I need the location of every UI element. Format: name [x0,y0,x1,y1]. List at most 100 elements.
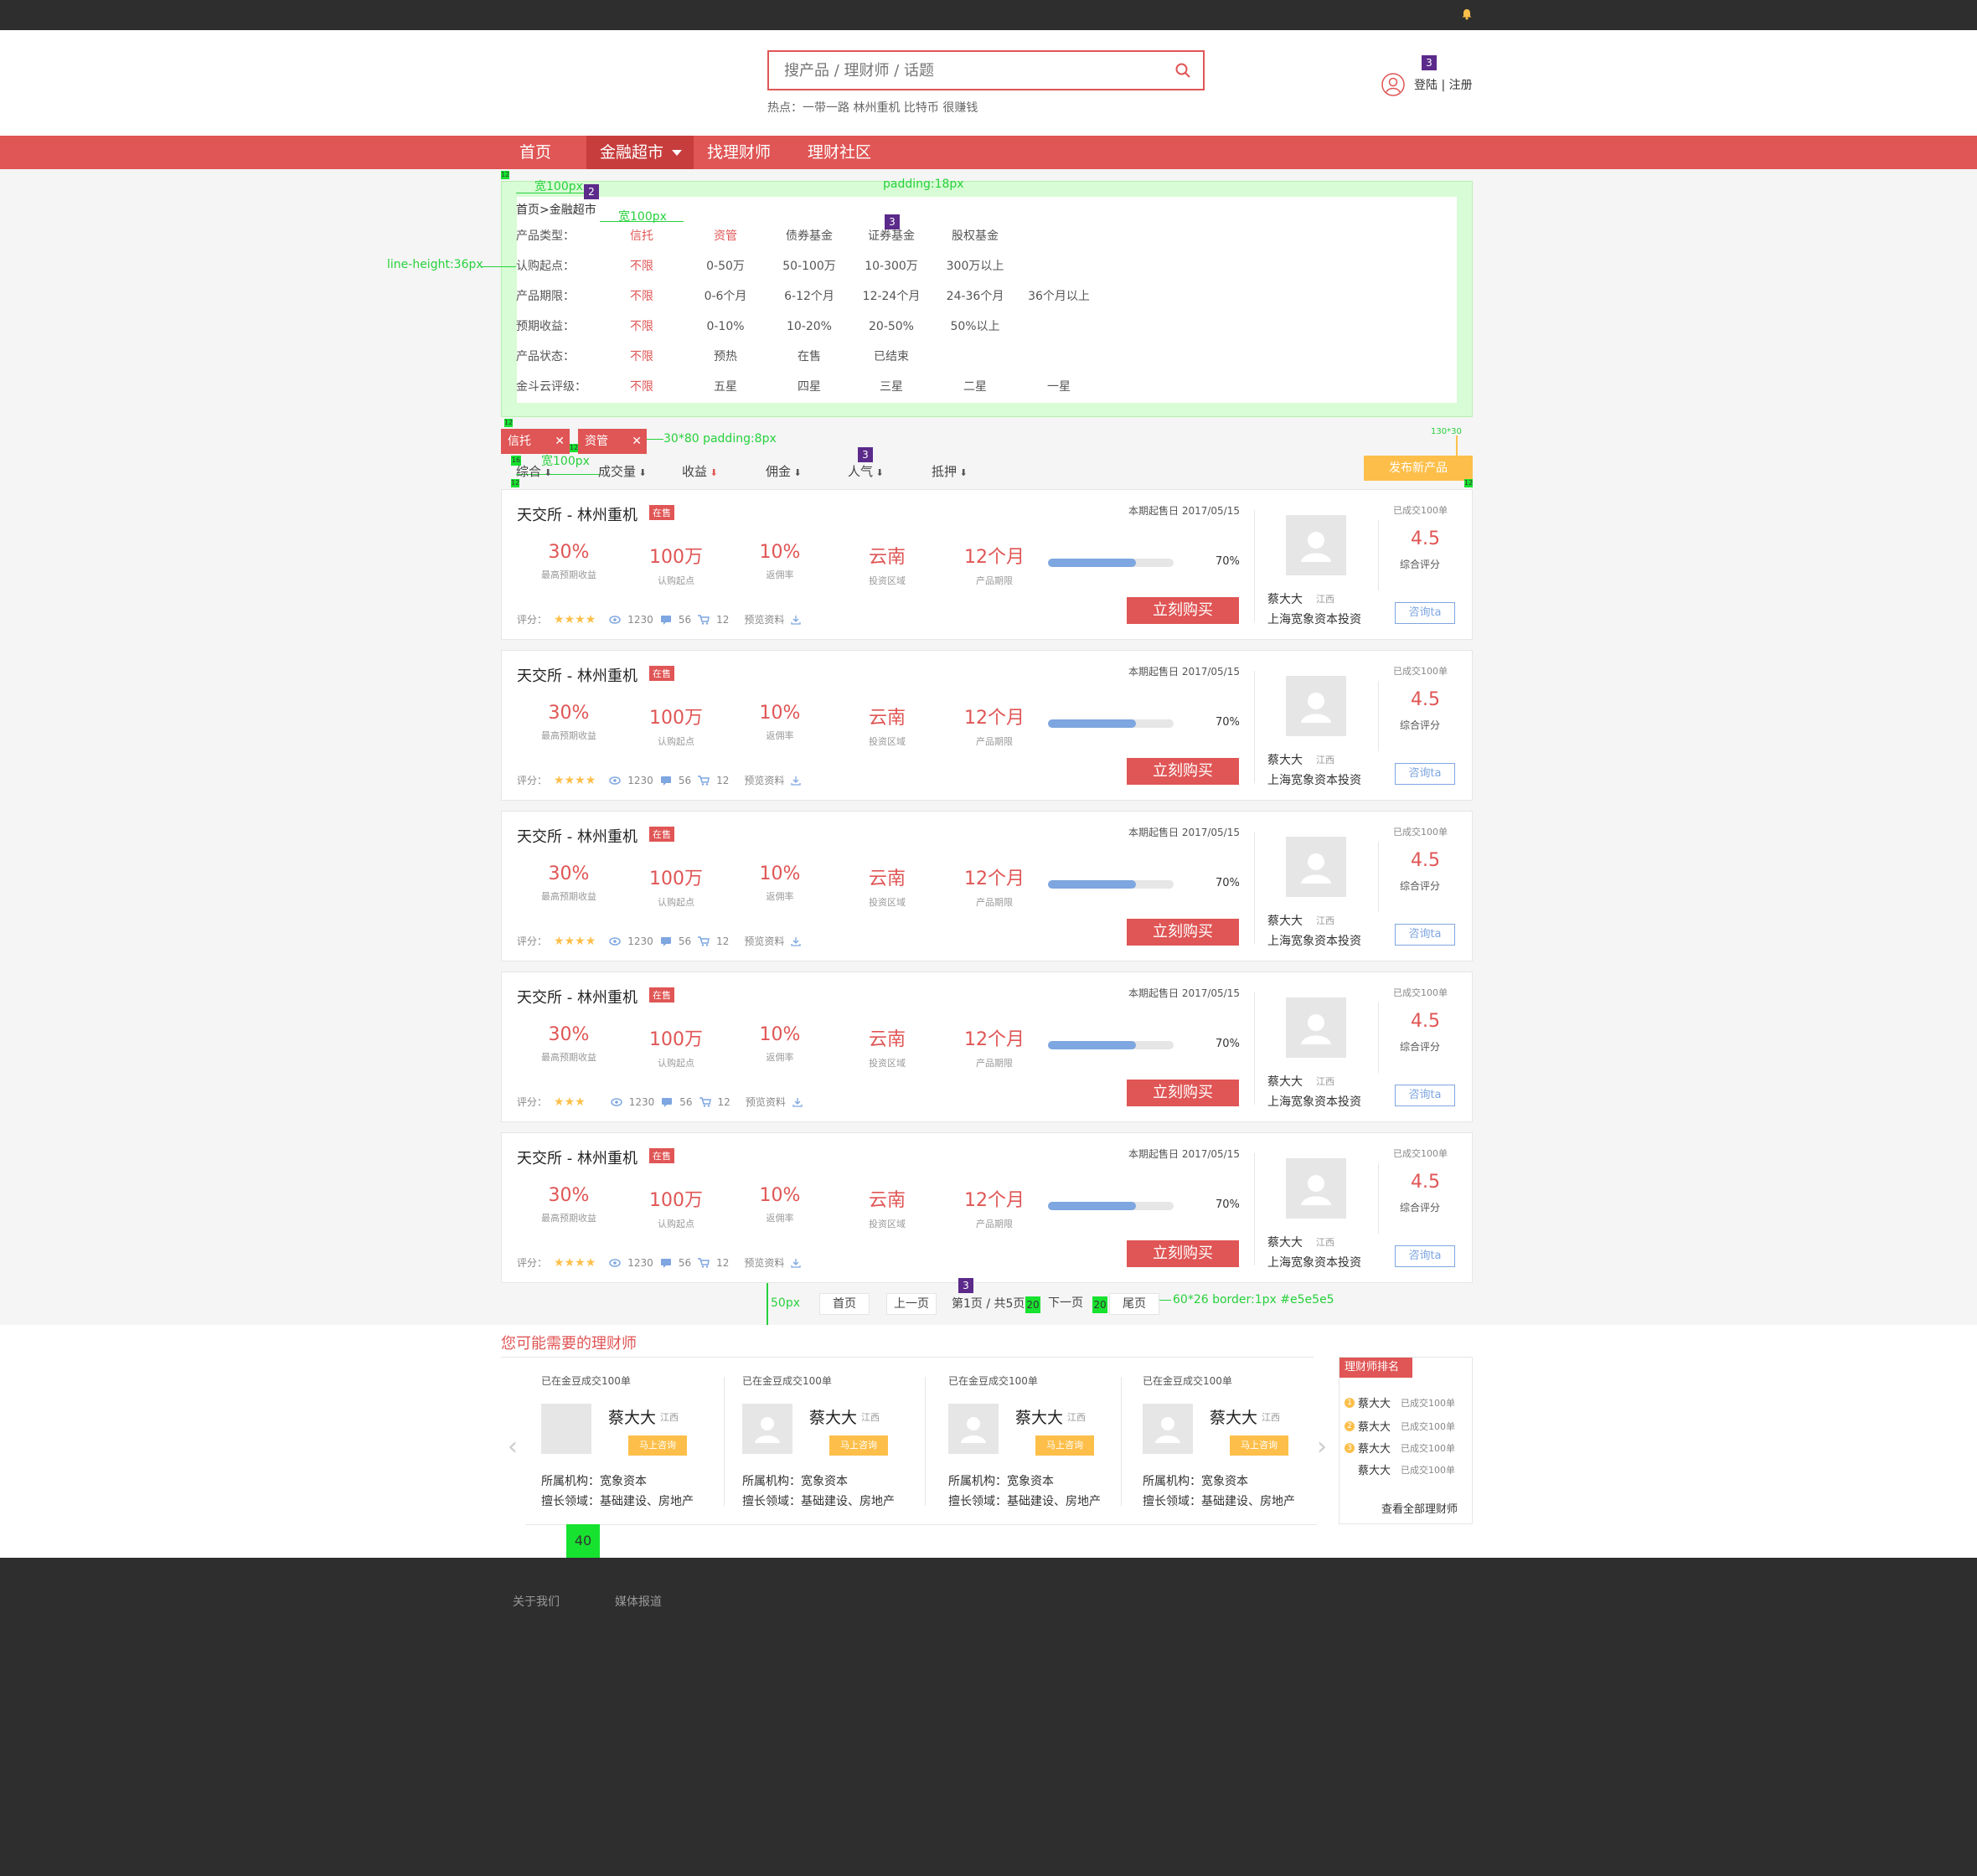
filter-option[interactable]: 10-300万 [849,251,933,281]
avatar[interactable] [1286,676,1346,736]
filter-option[interactable]: 不限 [600,312,684,342]
filter-option[interactable]: 12-24个月 [849,281,933,312]
download-link[interactable]: 预览资料 [744,773,784,787]
filter-option[interactable]: 50%以上 [933,312,1017,342]
filter-option[interactable]: 在售 [767,342,851,372]
ranking-row[interactable]: 1 蔡大大 已成交100单 [1345,1394,1455,1410]
filter-tag-trust[interactable]: 信托 ✕ [501,429,570,454]
consult-button[interactable]: 咨询ta [1395,602,1455,624]
filter-option[interactable]: 6-12个月 [767,281,851,312]
search-box[interactable] [767,50,1205,90]
page-next-button[interactable]: 下一页 [1040,1293,1091,1315]
consult-now-button[interactable]: 马上咨询 [1230,1435,1288,1456]
sort-option[interactable]: 抵押 ⬇ [932,462,968,480]
filter-option[interactable]: 不限 [600,281,684,312]
filter-option[interactable]: 已结束 [849,342,933,372]
advisor-name[interactable]: 蔡大大 [1267,1234,1303,1250]
filter-option[interactable]: 股权基金 [933,221,1017,251]
sort-option[interactable]: 综合 ⬇ [516,462,552,480]
consult-button[interactable]: 咨询ta [1395,1085,1455,1106]
nav-item-finance-market[interactable]: 金融超市 [586,136,694,169]
filter-option[interactable]: 二星 [933,372,1017,402]
filter-option[interactable]: 0-10% [684,312,767,342]
search-icon[interactable] [1174,62,1191,79]
filter-option[interactable]: 不限 [600,372,684,402]
nav-item-community[interactable]: 理财社区 [794,136,885,169]
buy-now-button[interactable]: 立刻购买 [1127,597,1239,624]
filter-option[interactable]: 24-36个月 [933,281,1017,312]
footer-link-about[interactable]: 关于我们 [513,1593,560,1610]
view-all-advisors-link[interactable]: 查看全部理财师 [1381,1500,1458,1516]
buy-now-button[interactable]: 立刻购买 [1127,1240,1239,1267]
page-first-button[interactable]: 首页 [819,1293,870,1315]
advisor-name[interactable]: 蔡大大 [809,1405,857,1428]
product-title[interactable]: 天交所 - 林州重机 [517,503,637,525]
breadcrumb[interactable]: 首页>金融超市 [516,201,596,218]
consult-button[interactable]: 咨询ta [1395,1245,1455,1267]
consult-now-button[interactable]: 马上咨询 [829,1435,888,1456]
product-title[interactable]: 天交所 - 林州重机 [517,1147,637,1168]
advisor-name[interactable]: 蔡大大 [1015,1405,1063,1428]
close-icon[interactable]: ✕ [632,429,642,454]
consult-button[interactable]: 咨询ta [1395,763,1455,785]
user-icon[interactable] [1381,72,1406,97]
filter-option[interactable]: 36个月以上 [1017,281,1101,312]
avatar[interactable] [1286,997,1346,1058]
avatar[interactable] [1286,515,1346,575]
filter-option[interactable]: 300万以上 [933,251,1017,281]
filter-option[interactable]: 信托 [600,221,684,251]
filter-option[interactable]: 50-100万 [767,251,851,281]
page-prev-button[interactable]: 上一页 [886,1293,937,1315]
chevron-left-icon[interactable]: ‹ [508,1432,518,1461]
sort-option[interactable]: 成交量 ⬇ [598,462,647,480]
ranking-row[interactable]: 蔡大大 已成交100单 [1345,1461,1455,1478]
download-link[interactable]: 预览资料 [744,1255,784,1270]
product-title[interactable]: 天交所 - 林州重机 [517,986,637,1008]
download-icon[interactable] [791,936,802,946]
advisor-name[interactable]: 蔡大大 [608,1405,656,1428]
advisor-name[interactable]: 蔡大大 [1210,1405,1257,1428]
filter-option[interactable]: 0-6个月 [684,281,767,312]
filter-option[interactable]: 证券基金 [849,221,933,251]
close-icon[interactable]: ✕ [555,429,565,454]
buy-now-button[interactable]: 立刻购买 [1127,919,1239,946]
consult-now-button[interactable]: 马上咨询 [1035,1435,1094,1456]
filter-option[interactable]: 三星 [849,372,933,402]
avatar[interactable] [742,1404,792,1454]
filter-tag-asset-mgmt[interactable]: 资管 ✕ [578,429,647,454]
advisor-name[interactable]: 蔡大大 [1267,1073,1303,1090]
publish-product-button[interactable]: 发布新产品 [1364,456,1473,481]
nav-item-home[interactable]: 首页 [506,136,565,169]
download-link[interactable]: 预览资料 [744,934,784,948]
sort-option[interactable]: 佣金 ⬇ [766,462,802,480]
ranking-row[interactable]: 2 蔡大大 已成交100单 [1345,1418,1455,1434]
filter-option[interactable]: 资管 [684,221,767,251]
advisor-name[interactable]: 蔡大大 [1267,590,1303,607]
filter-option[interactable]: 四星 [767,372,851,402]
buy-now-button[interactable]: 立刻购买 [1127,758,1239,785]
ranking-row[interactable]: 3 蔡大大 已成交100单 [1345,1440,1455,1456]
download-link[interactable]: 预览资料 [744,612,784,626]
footer-link-media[interactable]: 媒体报道 [615,1593,662,1610]
filter-option[interactable]: 0-50万 [684,251,767,281]
filter-option[interactable]: 债券基金 [767,221,851,251]
page-last-button[interactable]: 尾页 [1109,1293,1159,1315]
product-title[interactable]: 天交所 - 林州重机 [517,664,637,686]
buy-now-button[interactable]: 立刻购买 [1127,1080,1239,1106]
login-register-link[interactable]: 登陆 | 注册 [1414,76,1473,93]
user-area[interactable]: 登陆 | 注册 [1381,70,1473,99]
filter-option[interactable]: 五星 [684,372,767,402]
product-title[interactable]: 天交所 - 林州重机 [517,825,637,847]
sort-option[interactable]: 人气 ⬇ [848,462,884,480]
nav-item-find-advisor[interactable]: 找理财师 [694,136,784,169]
filter-option[interactable]: 一星 [1017,372,1101,402]
avatar[interactable] [541,1404,591,1454]
sort-option[interactable]: 收益 ⬇ [682,462,718,480]
consult-now-button[interactable]: 马上咨询 [628,1435,687,1456]
filter-option[interactable]: 10-20% [767,312,851,342]
chevron-right-icon[interactable]: › [1317,1432,1327,1461]
download-icon[interactable] [792,1097,803,1107]
filter-option[interactable]: 不限 [600,251,684,281]
advisor-name[interactable]: 蔡大大 [1267,912,1303,929]
download-icon[interactable] [791,1258,802,1268]
